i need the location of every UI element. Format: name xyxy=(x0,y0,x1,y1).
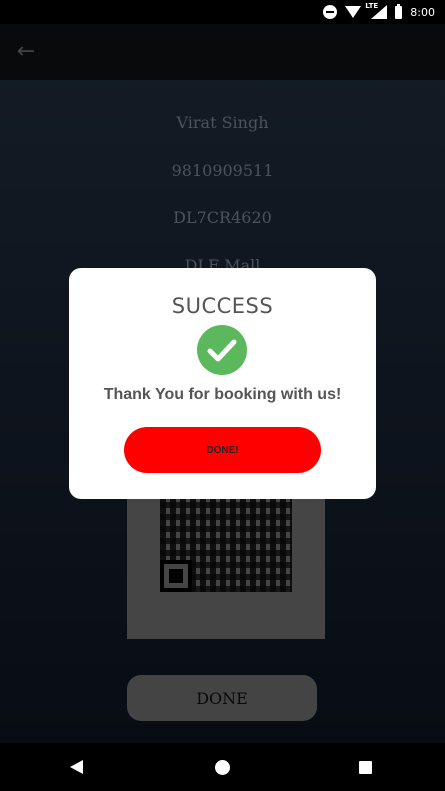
status-clock: 8:00 xyxy=(410,5,435,19)
status-icons: LTE 8:00 xyxy=(323,0,435,24)
do-not-disturb-icon xyxy=(323,5,338,19)
success-dialog: SUCCESS Thank You for booking with us! D… xyxy=(69,268,376,499)
status-bar: LTE 8:00 xyxy=(0,0,445,24)
dialog-done-button[interactable]: DONE! xyxy=(124,427,321,473)
wifi-icon xyxy=(345,6,362,18)
nav-home-icon[interactable] xyxy=(215,760,230,775)
battery-icon xyxy=(395,3,403,19)
system-nav-bar xyxy=(0,743,445,791)
dialog-message: Thank You for booking with us! xyxy=(103,386,342,403)
dialog-title: SUCCESS xyxy=(171,294,274,318)
check-circle-icon xyxy=(197,325,247,375)
cell-signal-icon: LTE xyxy=(365,2,388,19)
nav-recents-icon[interactable] xyxy=(359,761,372,774)
nav-back-icon[interactable] xyxy=(70,760,83,774)
